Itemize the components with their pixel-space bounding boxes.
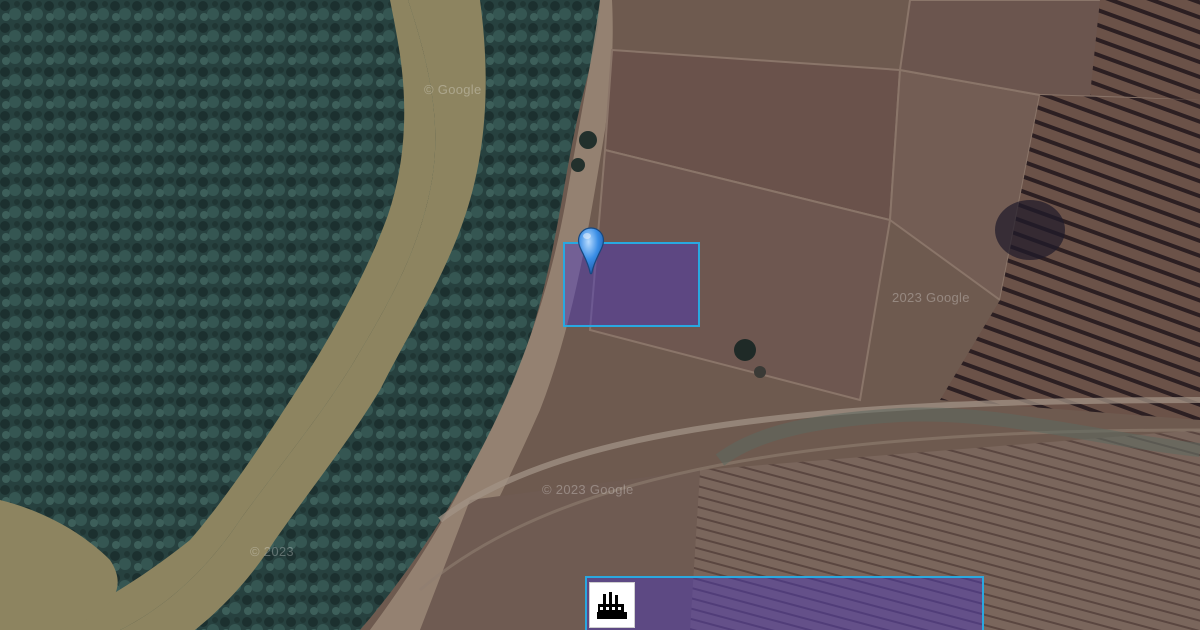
zone-overlay-lower[interactable] — [585, 576, 984, 630]
map-pin-icon[interactable] — [577, 227, 605, 275]
factory-poi-button[interactable] — [589, 582, 635, 628]
map-canvas[interactable]: © Google 2023 Google © 2023 Google © 202… — [0, 0, 1200, 630]
factory-icon — [597, 592, 627, 619]
